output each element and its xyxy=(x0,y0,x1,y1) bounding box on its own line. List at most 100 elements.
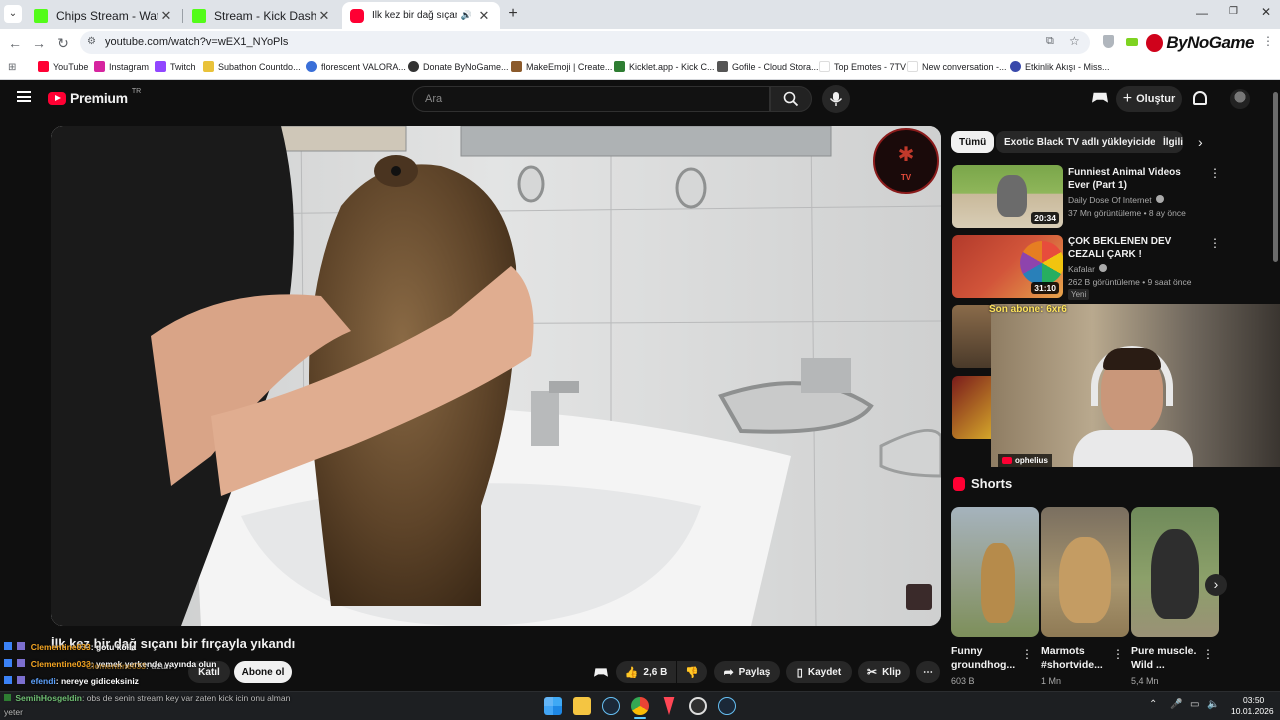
apps-grid-icon[interactable]: ⊞ xyxy=(8,62,16,73)
close-tab-icon[interactable]: ✕ xyxy=(316,8,332,24)
forward-icon[interactable]: → xyxy=(29,33,49,53)
bookmark-subathon[interactable]: Subathon Countdo... xyxy=(203,61,301,72)
search-input[interactable]: Ara xyxy=(412,86,770,112)
page-scrollbar[interactable] xyxy=(1273,92,1278,262)
voice-search-button[interactable] xyxy=(822,85,850,113)
bookmark-new-conversation[interactable]: New conversation -... xyxy=(907,61,1007,72)
recommended-title[interactable]: Funniest Animal Videos Ever (Part 1) xyxy=(1068,166,1198,192)
recommended-channel[interactable]: Kafalar xyxy=(1068,264,1108,274)
back-icon[interactable]: ← xyxy=(5,33,25,53)
tray-network-icon[interactable]: ▭ xyxy=(1190,699,1199,710)
short-title[interactable]: Pure muscle. Wild ... xyxy=(1131,644,1203,672)
tray-volume-icon[interactable]: 🔈 xyxy=(1207,699,1219,710)
audio-playing-icon[interactable]: 🔊 xyxy=(461,10,472,21)
recommended-menu-icon[interactable]: ⋮ xyxy=(1209,236,1221,250)
short-title[interactable]: Marmots #shortvide... xyxy=(1041,644,1113,672)
extension-shield-icon[interactable] xyxy=(1103,35,1114,48)
hamburger-menu-icon[interactable] xyxy=(17,91,31,102)
obs-icon[interactable] xyxy=(689,697,707,715)
chrome-menu-icon[interactable]: ⋮ xyxy=(1262,34,1274,48)
clock-time[interactable]: 03:50 xyxy=(1243,695,1264,705)
extension-green-icon[interactable] xyxy=(1126,38,1138,46)
chip-all[interactable]: Tümü xyxy=(951,131,995,153)
short-thumbnail[interactable] xyxy=(1041,507,1129,637)
youtube-header: Premium TR Ara + Oluştur xyxy=(0,80,1280,120)
bookmark-etkinlik[interactable]: Etkinlik Akışı - Miss... xyxy=(1010,61,1110,72)
windows-start-icon[interactable] xyxy=(544,697,562,715)
address-bar[interactable]: ⚙ youtube.com/watch?v=wEX1_NYoPls ⧉ ☆ xyxy=(80,31,1090,54)
chip-related[interactable]: İlgili xyxy=(1155,131,1183,153)
bookmark-makeemoji[interactable]: MakeEmoji | Create... xyxy=(511,61,612,72)
like-count: 2,6 B xyxy=(643,666,668,678)
notifications-bell-icon[interactable] xyxy=(1193,91,1207,105)
tab-kick-stream[interactable]: Chips Stream - Watch Live on K ✕ xyxy=(26,2,183,29)
subscribe-button[interactable]: Abone ol xyxy=(234,661,292,683)
clip-button[interactable]: ✂ Klip xyxy=(858,661,910,683)
close-window-icon[interactable]: ✕ xyxy=(1261,5,1271,19)
short-thumbnail[interactable] xyxy=(1131,507,1219,637)
channel-watermark[interactable]: ✱ TV xyxy=(873,128,939,194)
shorts-next-button[interactable]: › xyxy=(1205,574,1227,596)
create-button[interactable]: + Oluştur xyxy=(1116,86,1182,112)
tab-kick-dashboard[interactable]: Stream - Kick Dashboard ✕ xyxy=(184,2,340,29)
steam-icon[interactable] xyxy=(718,697,736,715)
video-player[interactable]: ✱ TV xyxy=(51,126,941,626)
close-tab-icon[interactable]: ✕ xyxy=(476,8,492,24)
donate-icon xyxy=(408,61,419,72)
bookmark-7tv[interactable]: Top Emotes - 7TV xyxy=(819,61,906,72)
install-app-icon[interactable]: ⧉ xyxy=(1046,35,1054,48)
recommended-channel[interactable]: Daily Dose Of Internet xyxy=(1068,195,1164,205)
recommended-thumbnail-partial[interactable] xyxy=(952,376,991,439)
bookmark-star-icon[interactable]: ☆ xyxy=(1069,34,1080,48)
clock-date[interactable]: 10.01.2026 xyxy=(1231,706,1274,716)
maximize-icon[interactable]: ❐ xyxy=(1229,6,1238,17)
bookmark-instagram[interactable]: Instagram xyxy=(94,61,149,72)
like-button[interactable]: 👍 2,6 B xyxy=(616,661,676,683)
short-menu-icon[interactable]: ⋮ xyxy=(1112,647,1124,661)
recommended-thumbnail[interactable]: 20:34 xyxy=(952,165,1063,228)
search-button[interactable] xyxy=(770,86,812,112)
short-menu-icon[interactable]: ⋮ xyxy=(1202,647,1214,661)
recommended-menu-icon[interactable]: ⋮ xyxy=(1209,166,1221,180)
gamepad-icon[interactable] xyxy=(1092,92,1108,103)
thumbs-down-icon: 👎 xyxy=(685,666,699,679)
recommended-thumbnail[interactable]: 31:10 xyxy=(952,235,1063,298)
chip-from-uploader[interactable]: Exotic Black TV adlı yükleyiciden xyxy=(996,131,1170,153)
tray-chevron-icon[interactable]: ⌃ xyxy=(1149,699,1157,710)
tray-microphone-icon[interactable]: 🎤 xyxy=(1170,699,1182,710)
recommended-thumbnail-partial[interactable] xyxy=(952,305,991,368)
bookmark-kicklet[interactable]: Kicklet.app - Kick C... xyxy=(614,61,715,72)
chips-next-icon[interactable]: › xyxy=(1198,134,1203,150)
bookmark-valorant[interactable]: florescent VALORA... xyxy=(306,61,406,72)
steam-icon[interactable] xyxy=(602,697,620,715)
bookmark-twitch[interactable]: Twitch xyxy=(155,61,196,72)
tab-search-button[interactable]: ⌄ xyxy=(4,5,22,23)
raccoon-figure xyxy=(997,175,1027,217)
tab-separator xyxy=(182,9,183,23)
ai-sparkle-icon[interactable] xyxy=(594,668,608,677)
minimize-icon[interactable]: — xyxy=(1196,6,1208,20)
valorant-icon[interactable] xyxy=(663,697,675,715)
more-actions-button[interactable]: ⋯ xyxy=(916,661,940,683)
site-info-icon[interactable]: ⚙ xyxy=(87,36,96,47)
chat-badge-icon xyxy=(17,659,26,667)
reload-icon[interactable]: ↻ xyxy=(53,33,73,53)
dislike-button[interactable]: 👎 xyxy=(677,661,707,683)
close-tab-icon[interactable]: ✕ xyxy=(158,8,174,24)
chrome-icon[interactable] xyxy=(631,697,649,715)
short-thumbnail[interactable] xyxy=(951,507,1039,637)
share-button[interactable]: ➦ Paylaş xyxy=(714,661,780,683)
save-button[interactable]: ▯ Kaydet xyxy=(786,661,852,683)
youtube-logo[interactable]: Premium TR xyxy=(48,88,141,106)
short-title[interactable]: Funny groundhog... xyxy=(951,644,1023,672)
new-tab-button[interactable]: + xyxy=(504,5,522,23)
chat-badge-icon xyxy=(17,642,26,650)
recommended-title[interactable]: ÇOK BEKLENEN DEV CEZALI ÇARK ! xyxy=(1068,235,1198,261)
avatar[interactable] xyxy=(1230,89,1250,109)
file-explorer-icon[interactable] xyxy=(573,697,591,715)
short-menu-icon[interactable]: ⋮ xyxy=(1021,647,1033,661)
bookmark-gofile[interactable]: Gofile - Cloud Stora... xyxy=(717,61,819,72)
tab-youtube-video[interactable]: İlk kez bir dağ sıçanı bir fırç 🔊 ✕ xyxy=(342,2,500,29)
bookmark-donate[interactable]: Donate ByNoGame... xyxy=(408,61,509,72)
bookmark-youtube[interactable]: YouTube xyxy=(38,61,88,72)
